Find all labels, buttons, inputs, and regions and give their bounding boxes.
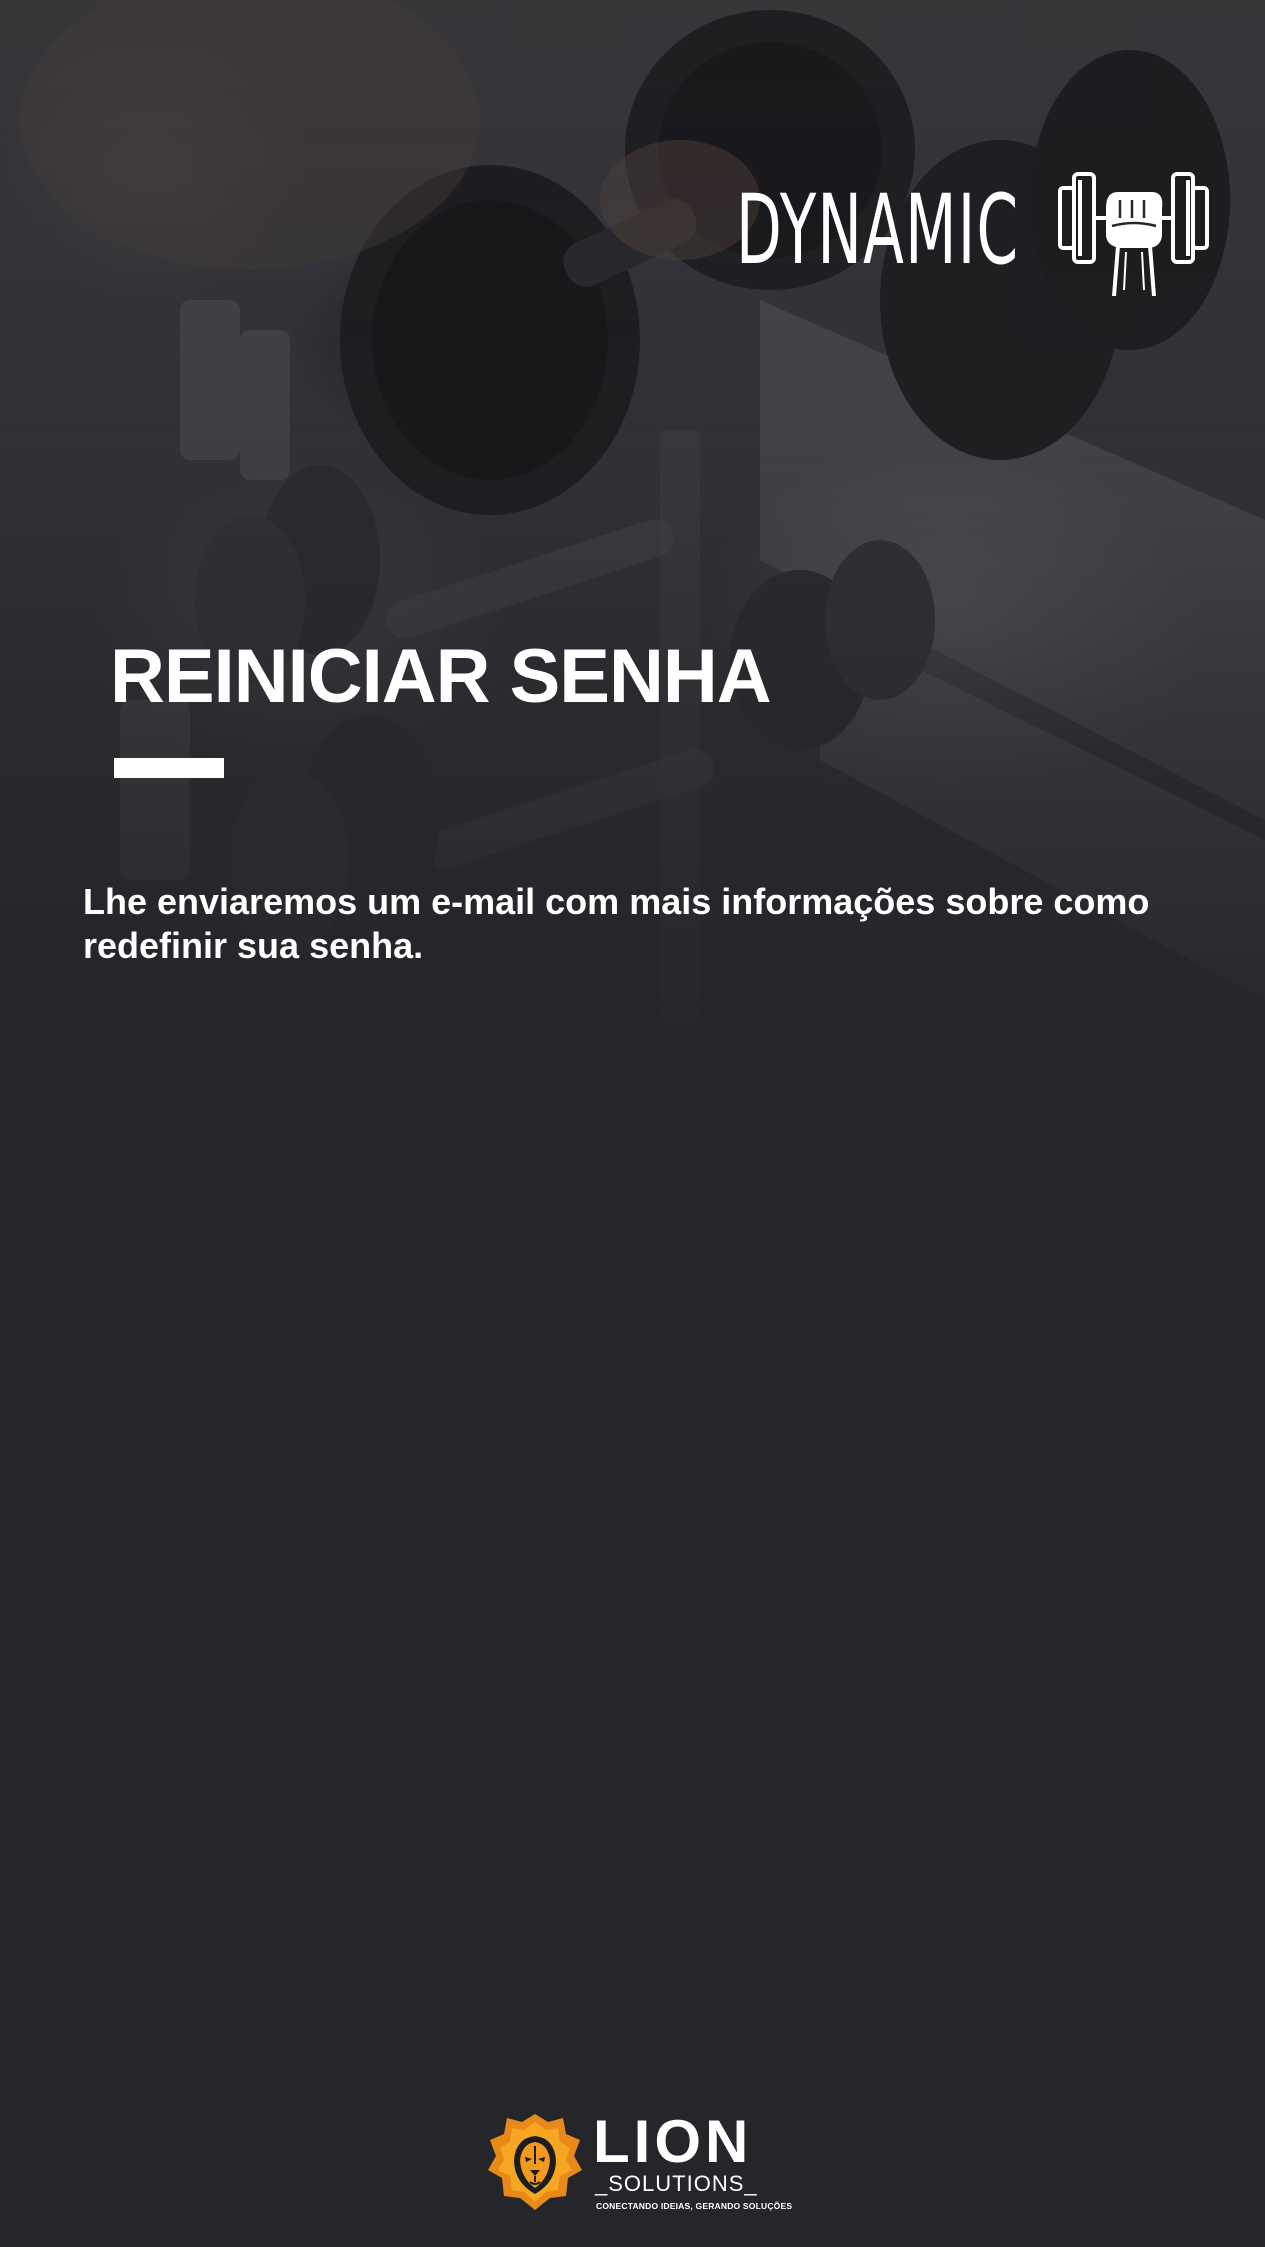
reset-password-screen: DYNAMIC REINICIAR SENHA Lhe enviaremos u… bbox=[0, 0, 1265, 2247]
fist-dumbbell-icon bbox=[1058, 172, 1209, 297]
company-subname: _SOLUTIONS_ bbox=[595, 2171, 758, 2196]
brand-wordmark: DYNAMIC bbox=[736, 174, 1020, 286]
brand-logo: DYNAMIC bbox=[736, 155, 1216, 305]
title-underline-divider bbox=[114, 758, 224, 778]
company-name: LION bbox=[593, 2108, 753, 2175]
lion-head-icon bbox=[488, 2114, 582, 2210]
reset-description-text: Lhe enviaremos um e-mail com mais inform… bbox=[83, 881, 1150, 966]
developer-logo: LION _SOLUTIONS_ CONECTANDO IDEIAS, GERA… bbox=[488, 2108, 792, 2218]
company-subname-text: SOLUTIONS bbox=[608, 2171, 745, 2196]
page-title: REINICIAR SENHA bbox=[110, 634, 772, 719]
company-tagline: CONECTANDO IDEIAS, GERANDO SOLUÇÕES bbox=[596, 2201, 793, 2211]
